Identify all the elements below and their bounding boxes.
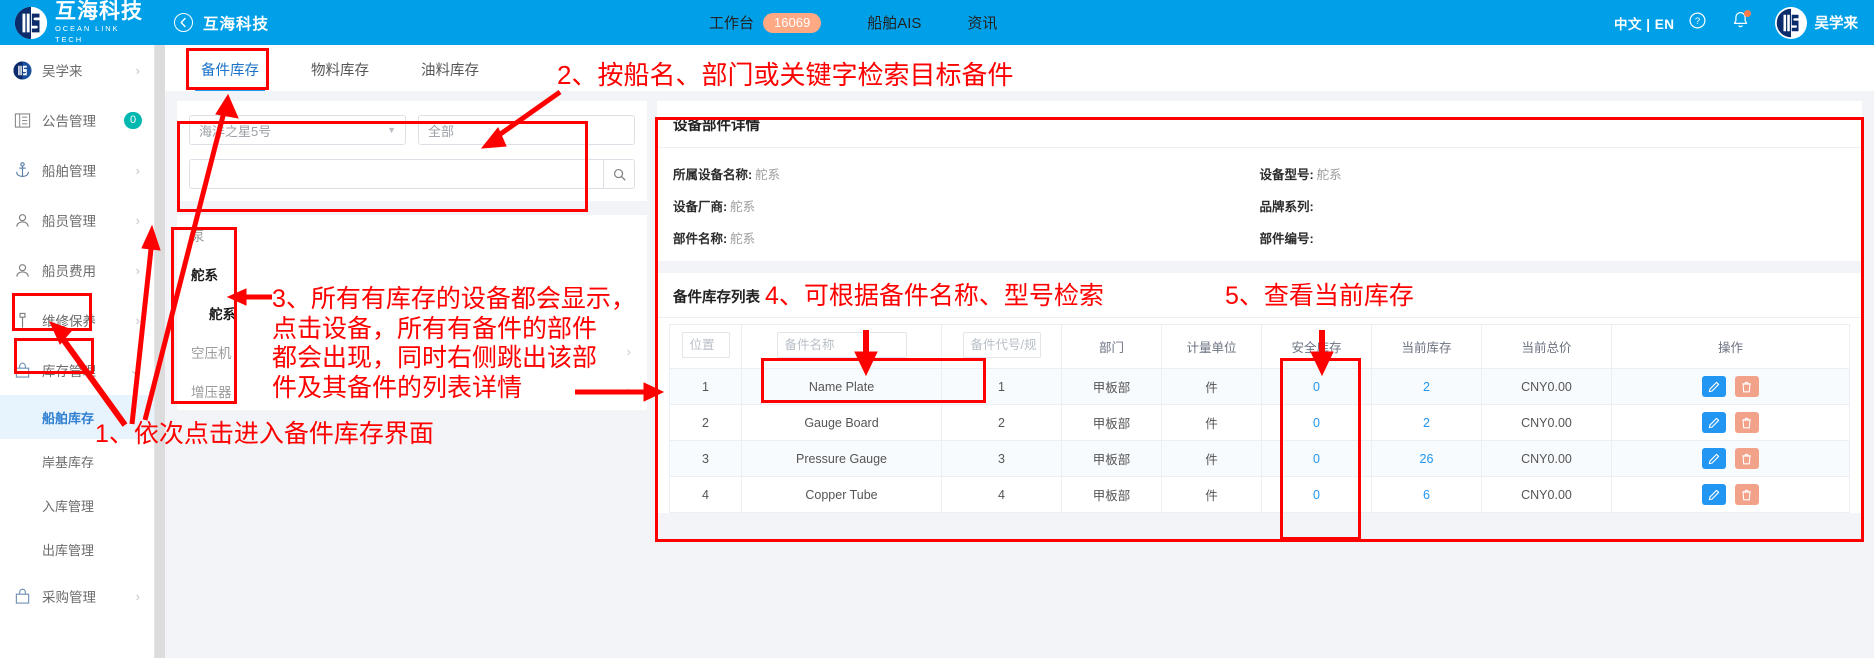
annotation-text-2: 2、按船名、部门或关键字检索目标备件 — [557, 60, 1014, 90]
annotation-text-3: 3、所有有库存的设备都会显示， 点击设备，所有有备件的部件 都会出现，同时右侧跳… — [272, 285, 636, 402]
highlight-inventory-menu — [12, 293, 92, 331]
nav-item-workbench[interactable]: 工作台 16069 — [709, 12, 822, 33]
nav-item-ais-label: 船舶AIS — [867, 15, 922, 32]
brand-logo-group[interactable]: 互海科技 OCEAN LINK TECH — [14, 1, 146, 45]
annotation-text-5: 5、查看当前库存 — [1225, 282, 1414, 310]
chevron-right-icon: › — [135, 588, 140, 604]
tab-material-inventory[interactable]: 物料库存 — [305, 59, 375, 91]
chevron-right-icon: › — [135, 212, 140, 228]
sidebar-announcement-badge: 0 — [124, 111, 142, 129]
brand-title-cn: 互海科技 — [55, 0, 143, 23]
top-nav-items: 工作台 16069 船舶AIS 资讯 — [709, 12, 1043, 33]
sidebar-item-ship-inventory-label: 船舶库存 — [42, 410, 95, 426]
tab-material-inventory-label: 物料库存 — [311, 63, 369, 79]
sidebar-item-vessel[interactable]: 船舶管理 › — [0, 145, 154, 195]
sidebar-item-purchase-label: 采购管理 — [42, 590, 96, 605]
ocean-link-logo-icon — [14, 6, 48, 39]
highlight-ship-inventory-menu — [14, 338, 94, 374]
sidebar-item-announcement[interactable]: 公告管理 0 — [0, 95, 154, 145]
tab-fuel-inventory-label: 油料库存 — [421, 63, 479, 79]
crew-cost-icon — [11, 262, 33, 279]
annotation-text-1: 1、依次点击进入备件库存界面 — [95, 420, 434, 448]
sidebar-item-crew[interactable]: 船员管理 › — [0, 195, 154, 245]
nav-item-workbench-label: 工作台 — [709, 15, 755, 32]
search-icon — [613, 168, 626, 181]
language-switch[interactable]: 中文 | EN — [1614, 13, 1675, 33]
nav-item-news-label: 资讯 — [967, 15, 998, 32]
top-navigation-bar: 互海科技 OCEAN LINK TECH 互海科技 工作台 16069 船舶AI… — [0, 0, 1874, 45]
sidebar-item-outbound-label: 出库管理 — [42, 542, 95, 558]
page-scrollbar[interactable] — [155, 45, 165, 658]
chevron-right-icon: › — [135, 312, 140, 328]
back-label: 互海科技 — [203, 15, 270, 33]
highlight-filter-area — [177, 121, 588, 212]
highlight-search-inputs — [761, 358, 986, 403]
nav-item-news[interactable]: 资讯 — [967, 12, 997, 33]
highlight-current-stock-column — [1280, 358, 1361, 540]
search-button[interactable] — [603, 159, 635, 189]
sidebar-item-inbound[interactable]: 入库管理 — [0, 483, 154, 527]
chevron-right-icon: › — [135, 62, 140, 78]
tab-bar: 备件库存 物料库存 油料库存 — [165, 45, 1874, 91]
svg-text:?: ? — [1694, 16, 1699, 27]
topbar-right-group: 中文 | EN ? 吴学来 — [1614, 0, 1864, 45]
sidebar-item-outbound[interactable]: 出库管理 — [0, 527, 154, 571]
avatar[interactable] — [1774, 6, 1807, 39]
sidebar-item-purchase[interactable]: 采购管理 › — [0, 571, 154, 621]
back-button[interactable]: 互海科技 — [174, 12, 269, 34]
sidebar-item-inbound-label: 入库管理 — [42, 498, 95, 514]
brand-text: 互海科技 OCEAN LINK TECH — [55, 1, 146, 45]
highlight-equipment-tree — [171, 227, 237, 404]
avatar-logo-icon — [1776, 8, 1805, 37]
back-arrow-icon — [174, 13, 193, 32]
sidebar-item-profile-label: 吴学来 — [42, 64, 83, 79]
user-name[interactable]: 吴学来 — [1815, 12, 1859, 33]
sidebar-item-vessel-label: 船舶管理 — [42, 164, 96, 179]
app-root: 互海科技 OCEAN LINK TECH 互海科技 工作台 16069 船舶AI… — [0, 0, 1874, 658]
sidebar-item-crew-cost[interactable]: 船员费用 › — [0, 245, 154, 295]
help-icon[interactable]: ? — [1688, 11, 1706, 34]
notification-bell[interactable] — [1732, 9, 1751, 35]
purchase-icon — [11, 588, 33, 605]
nav-item-workbench-badge: 16069 — [763, 12, 822, 33]
annotation-text-4: 4、可根据备件名称、型号检索 — [765, 282, 1104, 310]
notification-dot — [1743, 9, 1751, 17]
sidebar-item-crew-cost-label: 船员费用 — [42, 264, 96, 279]
crew-icon — [11, 212, 33, 229]
chevron-right-icon: › — [135, 262, 140, 278]
sidebar-item-shore-inventory-label: 岸基库存 — [42, 454, 95, 470]
sidebar-item-crew-label: 船员管理 — [42, 214, 96, 229]
sidebar-item-profile[interactable]: 吴学来 › — [0, 45, 154, 95]
tab-fuel-inventory[interactable]: 油料库存 — [415, 59, 485, 91]
chevron-right-icon: › — [135, 162, 140, 178]
sidebar-item-announcement-label: 公告管理 — [42, 114, 96, 129]
highlight-detail-and-list — [655, 117, 1864, 542]
user-logo-icon — [11, 60, 33, 80]
highlight-tab-spare-parts — [186, 48, 269, 90]
anchor-icon — [11, 161, 33, 179]
nav-item-ais[interactable]: 船舶AIS — [867, 12, 921, 33]
brand-title-en: OCEAN LINK TECH — [55, 23, 120, 44]
announcement-icon — [11, 112, 33, 129]
chevron-down-icon: ⌄ — [129, 362, 140, 377]
tree-node-pump[interactable]: 泵 — [177, 215, 647, 254]
